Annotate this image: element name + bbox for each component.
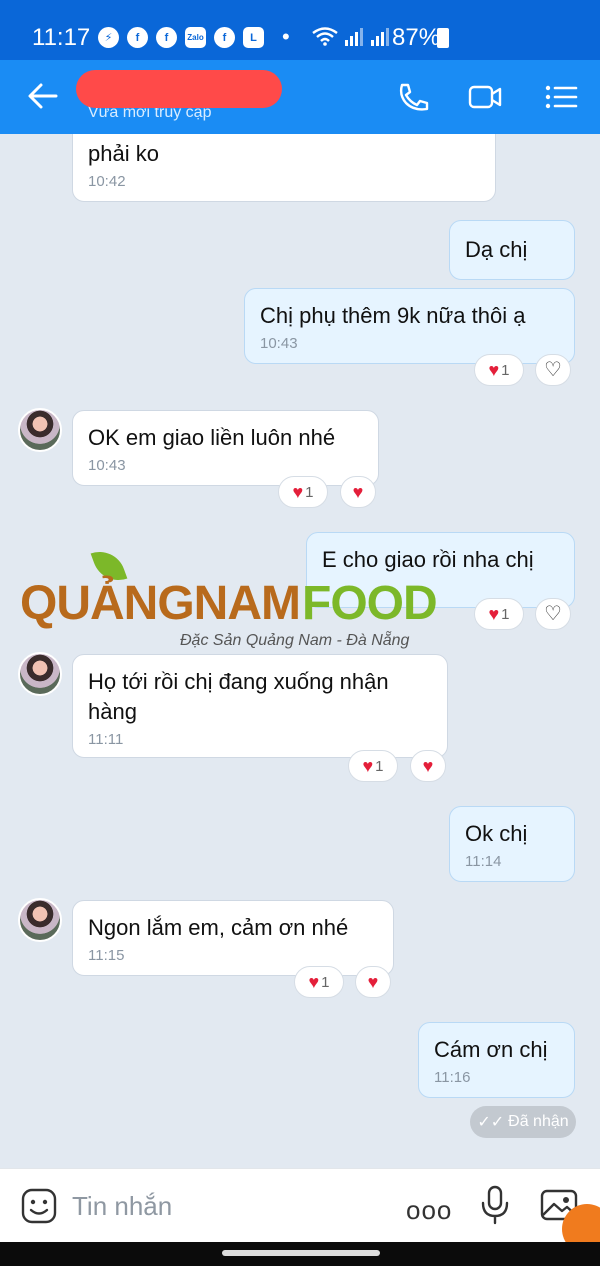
heart-icon: ♥ (488, 604, 500, 624)
avatar[interactable] (18, 898, 62, 942)
battery-icon (437, 28, 449, 48)
message-text: Họ tới rồi chị đang xuống nhận hàng (88, 669, 389, 724)
message-text: E cho giao rồi nha chị (322, 547, 534, 572)
delivery-status-badge: ✓✓ Đã nhận (470, 1106, 576, 1138)
phone-call-icon[interactable] (396, 82, 430, 112)
message-text: Ok chị (465, 821, 528, 846)
message-text: Ngon lắm em, cảm ơn nhé (88, 915, 349, 940)
add-reaction-button[interactable]: ♡ (535, 354, 571, 386)
chat-header: Vừa mới truy cập (0, 60, 600, 134)
message-time: 10:43 (260, 335, 298, 352)
avatar[interactable] (18, 652, 62, 696)
message-time: 11:15 (88, 947, 125, 964)
add-reaction-button[interactable]: ♥ (340, 476, 376, 508)
home-gesture-pill[interactable] (222, 1250, 380, 1256)
reaction-count[interactable]: ♥ 1 (474, 354, 524, 386)
microphone-icon[interactable] (478, 1185, 512, 1225)
message-time: 11:16 (434, 1069, 471, 1086)
message-composer: ooo (0, 1168, 600, 1242)
message-list[interactable]: phải ko 10:42 Dạ chị Chị phụ thêm 9k nữa… (0, 134, 600, 1168)
message-bubble[interactable]: phải ko 10:42 (72, 134, 496, 202)
system-icons (312, 26, 390, 46)
signal-icon (371, 28, 389, 46)
back-arrow-icon[interactable] (26, 79, 60, 113)
avatar[interactable] (18, 408, 62, 452)
message-text: Dạ chị (465, 237, 528, 262)
l-app-icon: L (243, 27, 264, 48)
message-time: 11:14 (465, 853, 502, 870)
message-time: 10:42 (88, 173, 126, 190)
message-bubble[interactable]: Dạ chị (449, 220, 575, 280)
status-bar: 11:17 ⚡ f f Zalo f L • 87% (0, 0, 600, 60)
more-options-icon[interactable]: ooo (406, 1195, 452, 1226)
battery-percent: 87% (392, 24, 441, 51)
leaf-icon (90, 544, 128, 588)
heart-outline-icon: ♡ (544, 603, 562, 625)
heart-icon: ♥ (308, 972, 320, 992)
video-call-icon[interactable] (468, 82, 502, 112)
status-separator: • (282, 24, 290, 49)
facebook-icon: f (127, 27, 148, 48)
watermark-tagline: Đặc Sản Quảng Nam - Đà Nẵng (180, 632, 410, 649)
messenger-icon: ⚡ (98, 27, 119, 48)
system-nav-bar (0, 1242, 600, 1266)
heart-outline-icon: ♡ (544, 359, 562, 381)
add-reaction-button[interactable]: ♥ (355, 966, 391, 998)
heart-icon: ♥ (367, 972, 379, 992)
message-bubble[interactable]: Chị phụ thêm 9k nữa thôi ạ 10:43 (244, 288, 575, 364)
message-bubble[interactable]: Họ tới rồi chị đang xuống nhận hàng 11:1… (72, 654, 448, 758)
heart-icon: ♥ (292, 482, 304, 502)
message-bubble[interactable]: OK em giao liền luôn nhé 10:43 (72, 410, 379, 486)
watermark-brand-part1: QUẢNGNAM (20, 577, 301, 630)
reaction-count[interactable]: ♥ 1 (348, 750, 398, 782)
status-time: 11:17 (32, 24, 91, 51)
heart-icon: ♥ (362, 756, 374, 776)
message-text: OK em giao liền luôn nhé (88, 425, 336, 450)
facebook-icon: f (156, 27, 177, 48)
message-text: Chị phụ thêm 9k nữa thôi ạ (260, 303, 526, 328)
sticker-emoji-icon[interactable] (20, 1187, 58, 1225)
message-text: phải ko (88, 141, 159, 166)
notification-icons: ⚡ f f Zalo f L (98, 27, 264, 48)
heart-icon: ♥ (352, 482, 364, 502)
signal-icon (345, 28, 363, 46)
double-check-icon: ✓✓ (477, 1114, 505, 1131)
facebook-icon: f (214, 27, 235, 48)
message-bubble[interactable]: Ngon lắm em, cảm ơn nhé 11:15 (72, 900, 394, 976)
redacted-contact-name[interactable] (76, 70, 282, 108)
add-reaction-button[interactable]: ♡ (535, 598, 571, 630)
wifi-icon (312, 27, 338, 46)
message-time: 10:43 (88, 457, 126, 474)
menu-list-icon[interactable] (544, 82, 578, 112)
message-text: Cám ơn chị (434, 1037, 548, 1062)
heart-icon: ♥ (422, 756, 434, 776)
reaction-count[interactable]: ♥ 1 (474, 598, 524, 630)
reaction-count[interactable]: ♥ 1 (294, 966, 344, 998)
reaction-count[interactable]: ♥ 1 (278, 476, 328, 508)
zalo-icon: Zalo (185, 27, 206, 48)
add-reaction-button[interactable]: ♥ (410, 750, 446, 782)
heart-icon: ♥ (488, 360, 500, 380)
message-bubble[interactable]: Ok chị 11:14 (449, 806, 575, 882)
message-time: 11:11 (88, 731, 124, 748)
message-bubble[interactable]: Cám ơn chị 11:16 (418, 1022, 575, 1098)
message-input[interactable] (72, 1187, 372, 1225)
message-bubble[interactable]: E cho giao rồi nha chị (306, 532, 575, 608)
